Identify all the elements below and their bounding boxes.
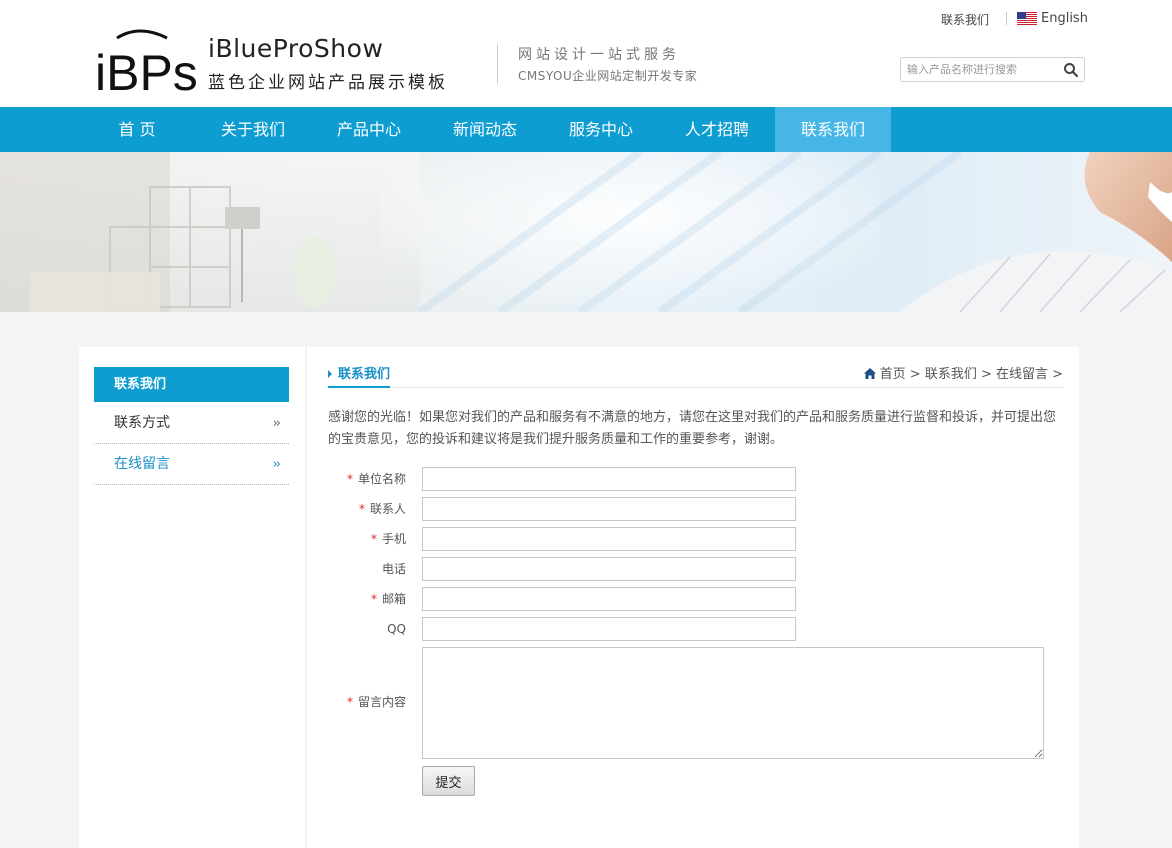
search-box — [900, 57, 1085, 82]
top-link-english[interactable]: English — [1041, 11, 1088, 26]
logo-subtitle: 蓝色企业网站产品展示模板 — [208, 73, 448, 93]
qq-label: QQ — [387, 622, 406, 636]
nav-item-home[interactable]: 首 页 — [79, 107, 195, 152]
section-title: 联系我们 — [328, 366, 391, 388]
sidebar-heading: 联系我们 — [94, 367, 289, 402]
nav-item-products[interactable]: 产品中心 — [311, 107, 427, 152]
nav-item-contact[interactable]: 联系我们 — [775, 107, 891, 152]
email-label: * 邮箱 — [307, 587, 406, 611]
message-label: * 留言内容 — [307, 690, 406, 714]
phone-field[interactable] — [422, 557, 796, 581]
message-textarea[interactable] — [422, 647, 1044, 759]
header-divider — [497, 44, 498, 84]
nav-item-about[interactable]: 关于我们 — [195, 107, 311, 152]
required-mark: * — [358, 502, 365, 516]
banner-illustration — [0, 152, 1172, 312]
qq-field[interactable] — [422, 617, 796, 641]
nav-item-service[interactable]: 服务中心 — [543, 107, 659, 152]
slogan-line-1: 网站设计一站式服务 — [518, 47, 680, 63]
sidebar-item-label: 在线留言 — [114, 456, 170, 472]
home-icon[interactable] — [863, 368, 876, 379]
required-mark: * — [370, 532, 377, 546]
top-link-contact[interactable]: 联系我们 — [941, 11, 989, 28]
required-mark: * — [370, 592, 377, 606]
top-link-separator — [1006, 12, 1007, 25]
sidebar: 联系我们 联系方式 ›› 在线留言 ›› — [79, 347, 305, 848]
site-header: iBPs iBlueProShow 蓝色企业网站产品展示模板 网站设计一站式服务… — [0, 0, 1172, 107]
sidebar-item-label: 联系方式 — [114, 415, 170, 431]
company-label: * 单位名称 — [307, 467, 406, 491]
mobile-field[interactable] — [422, 527, 796, 551]
breadcrumb-text[interactable]: 首页 > 联系我们 > 在线留言 > — [880, 367, 1063, 382]
section-title-text: 联系我们 — [338, 367, 391, 382]
sidebar-item-contact-info[interactable]: 联系方式 ›› — [94, 403, 289, 444]
us-flag-icon[interactable] — [1017, 12, 1037, 25]
intro-text: 感谢您的光临！如果您对我们的产品和服务有不满意的地方，请您在这里对我们的产品和服… — [328, 410, 1057, 447]
main-nav: 首 页 关于我们 产品中心 新闻动态 服务中心 人才招聘 联系我们 — [0, 107, 1172, 152]
contact-person-label-text: 联系人 — [369, 502, 406, 516]
section-header: 联系我们 首页 > 联系我们 > 在线留言 > — [328, 366, 1063, 388]
email-label-text: 邮箱 — [381, 592, 406, 606]
logo-title[interactable]: iBlueProShow — [208, 34, 383, 63]
slogan-line-2: CMSYOU企业网站定制开发专家 — [518, 69, 698, 83]
main-content: 联系我们 首页 > 联系我们 > 在线留言 > 感谢您的光临！如果您对我们的产品… — [307, 347, 1079, 848]
search-input[interactable] — [907, 60, 1057, 79]
logo-mark[interactable]: iBPs — [95, 24, 197, 96]
svg-text:iBPs: iBPs — [95, 45, 197, 96]
mobile-label: * 手机 — [307, 527, 406, 551]
nav-item-news[interactable]: 新闻动态 — [427, 107, 543, 152]
contact-person-label: * 联系人 — [307, 497, 406, 521]
sidebar-item-online-message[interactable]: 在线留言 ›› — [94, 444, 289, 485]
chevron-right-double-icon: ›› — [272, 416, 282, 431]
search-icon[interactable] — [1063, 62, 1079, 78]
submit-button[interactable]: 提交 — [422, 766, 475, 796]
email-field[interactable] — [422, 587, 796, 611]
required-mark: * — [346, 695, 353, 709]
triangle-marker-icon — [328, 370, 332, 378]
message-label-text: 留言内容 — [357, 695, 406, 709]
nav-item-jobs[interactable]: 人才招聘 — [659, 107, 775, 152]
company-field[interactable] — [422, 467, 796, 491]
mobile-label-text: 手机 — [381, 532, 406, 546]
chevron-right-double-icon: ›› — [272, 457, 282, 472]
contact-person-field[interactable] — [422, 497, 796, 521]
breadcrumb[interactable]: 首页 > 联系我们 > 在线留言 > — [863, 366, 1063, 383]
hero-banner — [0, 152, 1172, 312]
required-mark: * — [346, 472, 353, 486]
phone-label: 电话 — [381, 562, 406, 576]
company-label-text: 单位名称 — [357, 472, 406, 486]
